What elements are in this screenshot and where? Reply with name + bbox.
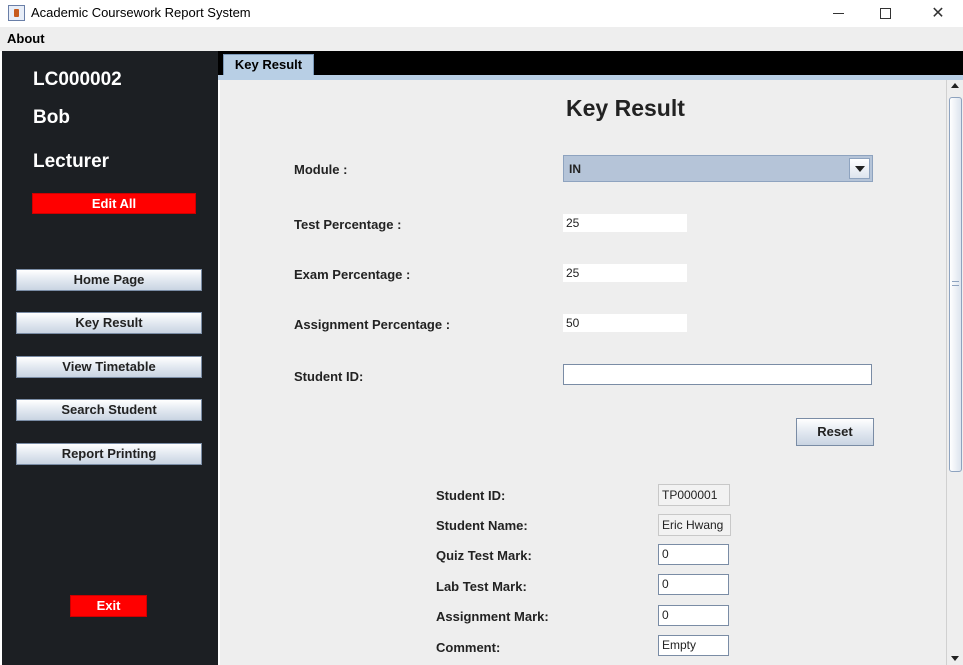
lab-test-mark-field[interactable]: 0 — [658, 574, 729, 595]
comment-label: Comment: — [436, 640, 501, 655]
menu-about[interactable]: About — [7, 31, 45, 46]
tab-strip: Key Result — [218, 51, 963, 75]
module-label: Module : — [294, 162, 348, 177]
quiz-test-mark-field[interactable]: 0 — [658, 544, 729, 565]
test-percentage-field[interactable]: 25 — [563, 214, 687, 232]
minimize-button[interactable] — [815, 0, 861, 27]
user-id: LC000002 — [33, 69, 122, 90]
minimize-icon — [832, 13, 844, 14]
grip-icon — [952, 281, 959, 286]
assignment-percentage-field[interactable]: 50 — [563, 314, 687, 332]
maximize-button[interactable] — [862, 0, 908, 27]
detail-student-name-label: Student Name: — [436, 518, 528, 533]
user-name: Bob — [33, 107, 70, 128]
search-student-button[interactable]: Search Student — [16, 399, 202, 421]
page-title: Key Result — [566, 95, 685, 121]
close-button[interactable]: ✕ — [915, 0, 961, 27]
detail-student-id-label: Student ID: — [436, 488, 506, 503]
quiz-test-mark-label: Quiz Test Mark: — [436, 548, 532, 563]
java-app-icon — [8, 5, 25, 21]
maximize-icon — [879, 8, 891, 19]
sidebar: LC000002 Bob Lecturer Edit All Home Page… — [2, 51, 218, 665]
scroll-down-icon[interactable] — [951, 656, 959, 661]
vertical-scrollbar[interactable] — [946, 80, 963, 665]
view-timetable-button[interactable]: View Timetable — [16, 356, 202, 378]
lab-test-mark-label: Lab Test Mark: — [436, 579, 527, 594]
test-percentage-label: Test Percentage : — [294, 217, 402, 232]
detail-student-id-value: TP000001 — [658, 484, 730, 506]
tab-key-result[interactable]: Key Result — [223, 54, 314, 75]
assignment-percentage-label: Assignment Percentage : — [294, 317, 451, 332]
exam-percentage-field[interactable]: 25 — [563, 264, 687, 282]
module-select[interactable]: IN — [563, 155, 873, 182]
menu-bar: About — [0, 27, 963, 51]
title-bar: Academic Coursework Report System ✕ — [0, 0, 963, 27]
student-id-input[interactable] — [563, 364, 872, 385]
assignment-mark-label: Assignment Mark: — [436, 609, 549, 624]
student-id-label: Student ID: — [294, 369, 364, 384]
comment-field[interactable]: Empty — [658, 635, 729, 656]
chevron-down-icon[interactable] — [849, 158, 870, 179]
exam-percentage-label: Exam Percentage : — [294, 267, 411, 282]
scroll-thumb[interactable] — [949, 97, 962, 472]
key-result-panel: Key Result Module : IN Test Percentage :… — [220, 80, 946, 665]
detail-student-name-value: Eric Hwang — [658, 514, 731, 536]
close-icon: ✕ — [931, 3, 945, 22]
user-role: Lecturer — [33, 151, 110, 172]
home-page-button[interactable]: Home Page — [16, 269, 202, 291]
reset-button[interactable]: Reset — [796, 418, 874, 446]
edit-all-button[interactable]: Edit All — [32, 193, 196, 214]
scroll-up-icon[interactable] — [951, 83, 959, 88]
module-selected-value: IN — [569, 162, 581, 176]
assignment-mark-field[interactable]: 0 — [658, 605, 729, 626]
report-printing-button[interactable]: Report Printing — [16, 443, 202, 465]
exit-button[interactable]: Exit — [70, 595, 147, 617]
key-result-button[interactable]: Key Result — [16, 312, 202, 334]
window-title: Academic Coursework Report System — [31, 5, 251, 20]
